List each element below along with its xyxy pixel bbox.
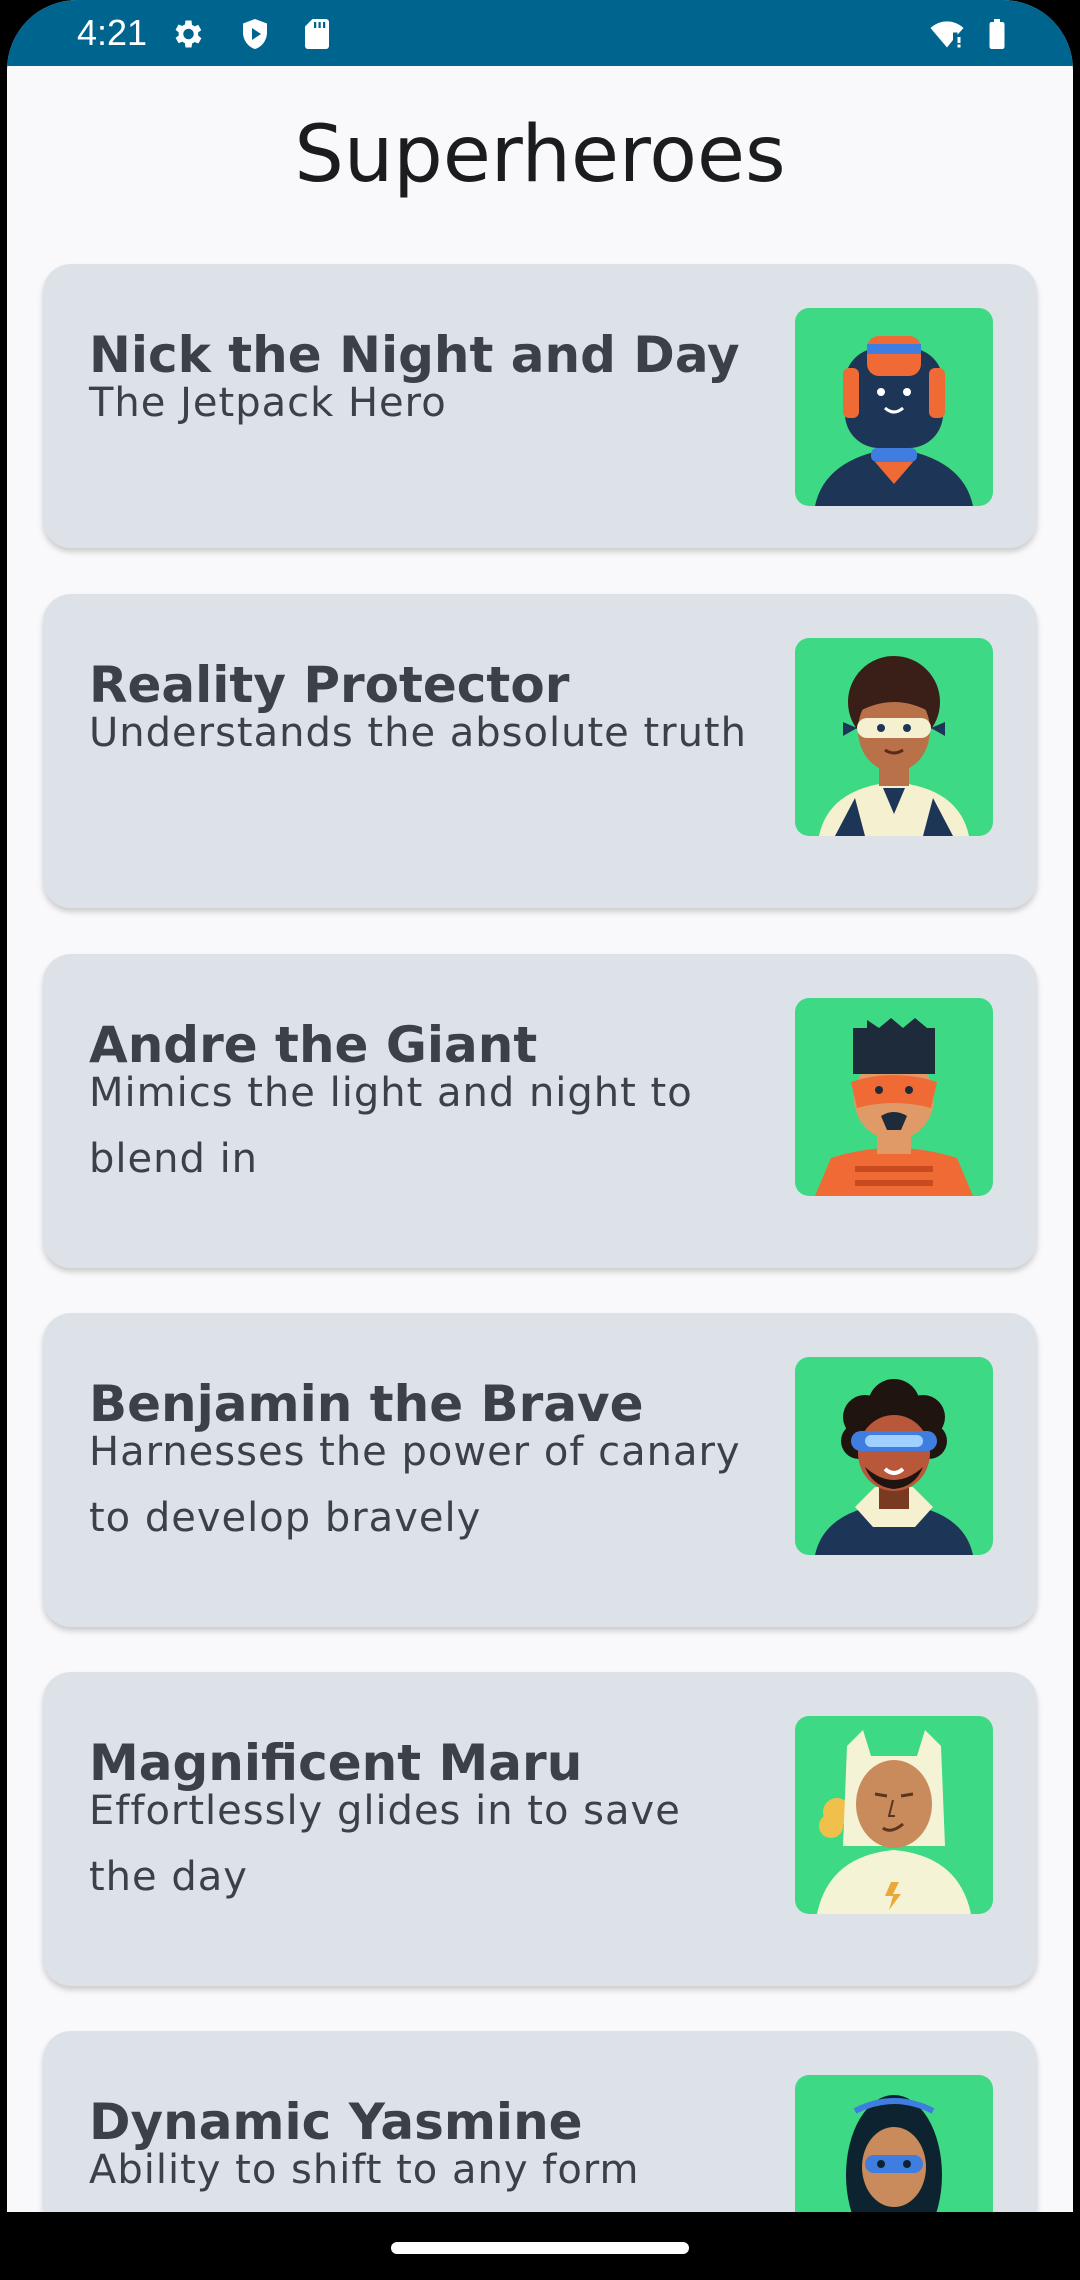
navigation-bar <box>0 2212 1080 2280</box>
curly-hair-goggles-avatar <box>795 1357 993 1555</box>
hero-list[interactable]: Nick the Night and Day The Jetpack Hero <box>7 0 1073 2212</box>
hero-description: Harnesses the power of canary to develop… <box>89 1429 741 1541</box>
home-gesture-handle[interactable] <box>391 2242 689 2254</box>
device-frame: Nick the Night and Day The Jetpack Hero <box>0 0 1080 2280</box>
gear-icon <box>175 20 202 48</box>
status-time: 4:21 <box>77 12 148 53</box>
hero-description: The Jetpack Hero <box>89 380 447 426</box>
hero-card[interactable]: Dynamic Yasmine Ability to shift to any … <box>43 2031 1037 2212</box>
app-screen: Nick the Night and Day The Jetpack Hero <box>7 0 1073 2212</box>
hero-card[interactable]: Nick the Night and Day The Jetpack Hero <box>43 264 1037 548</box>
wifi-alert-icon <box>930 21 964 48</box>
cat-hood-hero-avatar <box>795 1716 993 1914</box>
status-bar: 4:21 <box>7 0 1073 66</box>
robot-hero-avatar <box>795 308 993 506</box>
hero-description: Effortlessly glides in to save the day <box>89 1788 681 1900</box>
hero-description: Mimics the light and night to blend in <box>89 1070 693 1182</box>
masked-woman-avatar <box>795 638 993 836</box>
sd-card-icon <box>305 19 329 49</box>
app-title: Superheroes <box>294 110 786 200</box>
blue-mask-woman-avatar <box>795 2075 993 2212</box>
hero-card[interactable]: Reality Protector Understands the absolu… <box>43 594 1037 908</box>
orange-mask-man-avatar <box>795 998 993 1196</box>
hero-card[interactable]: Benjamin the Brave Harnesses the power o… <box>43 1313 1037 1627</box>
hero-description: Understands the absolute truth <box>89 710 747 756</box>
hero-description: Ability to shift to any form <box>89 2147 640 2193</box>
battery-icon <box>989 19 1005 49</box>
hero-card[interactable]: Andre the Giant Mimics the light and nig… <box>43 954 1037 1268</box>
play-shield-icon <box>243 19 267 49</box>
hero-card[interactable]: Magnificent Maru Effortlessly glides in … <box>43 1672 1037 1986</box>
